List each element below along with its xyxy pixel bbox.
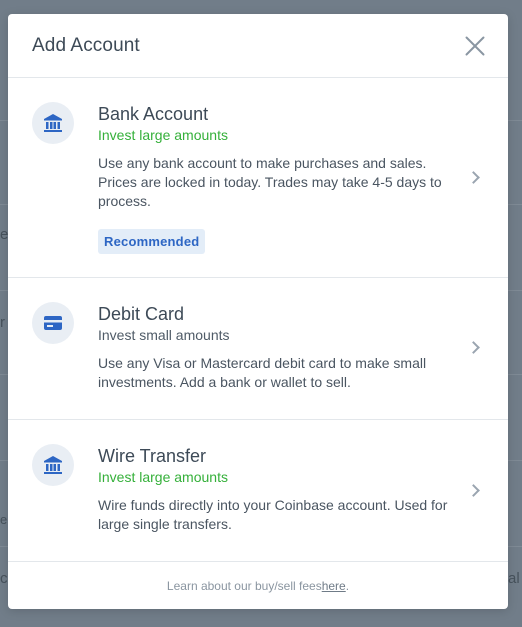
bg-text-fragment: e — [0, 512, 8, 527]
option-bank-account[interactable]: Bank Account Invest large amounts Use an… — [8, 78, 508, 278]
card-icon — [32, 302, 74, 344]
option-title: Wire Transfer — [98, 446, 207, 466]
bank-icon — [32, 444, 74, 486]
add-account-modal: Add Account Bank Account Invest large am… — [8, 14, 508, 609]
fees-link[interactable]: here — [322, 579, 346, 593]
option-debit-card[interactable]: Debit Card Invest small amounts Use any … — [8, 278, 508, 420]
option-subtitle: Invest small amounts — [98, 327, 230, 343]
bg-text-fragment: al — [508, 570, 520, 587]
option-description: Wire funds directly into your Coinbase a… — [98, 497, 448, 532]
option-title: Debit Card — [98, 304, 185, 324]
recommended-badge: Recommended — [98, 229, 206, 254]
chevron-right-icon — [467, 171, 480, 184]
bank-icon — [32, 102, 74, 144]
chevron-right-icon — [467, 341, 480, 354]
modal-footer: Learn about our buy/sell fees here. — [8, 562, 508, 609]
close-icon[interactable] — [464, 35, 486, 57]
option-description: Use any Visa or Mastercard debit card to… — [98, 355, 427, 390]
footer-text: Learn about our buy/sell fees — [166, 579, 322, 593]
bg-text-fragment: r — [0, 314, 5, 331]
modal-title: Add Account — [32, 34, 140, 56]
option-subtitle: Invest large amounts — [98, 127, 228, 143]
footer-suffix: . — [345, 579, 350, 593]
option-subtitle: Invest large amounts — [98, 469, 228, 485]
option-title: Bank Account — [98, 104, 209, 124]
modal-header: Add Account — [8, 14, 508, 78]
option-wire-transfer[interactable]: Wire Transfer Invest large amounts Wire … — [8, 420, 508, 562]
option-description: Use any bank account to make purchases a… — [98, 155, 442, 209]
chevron-right-icon — [467, 484, 480, 497]
